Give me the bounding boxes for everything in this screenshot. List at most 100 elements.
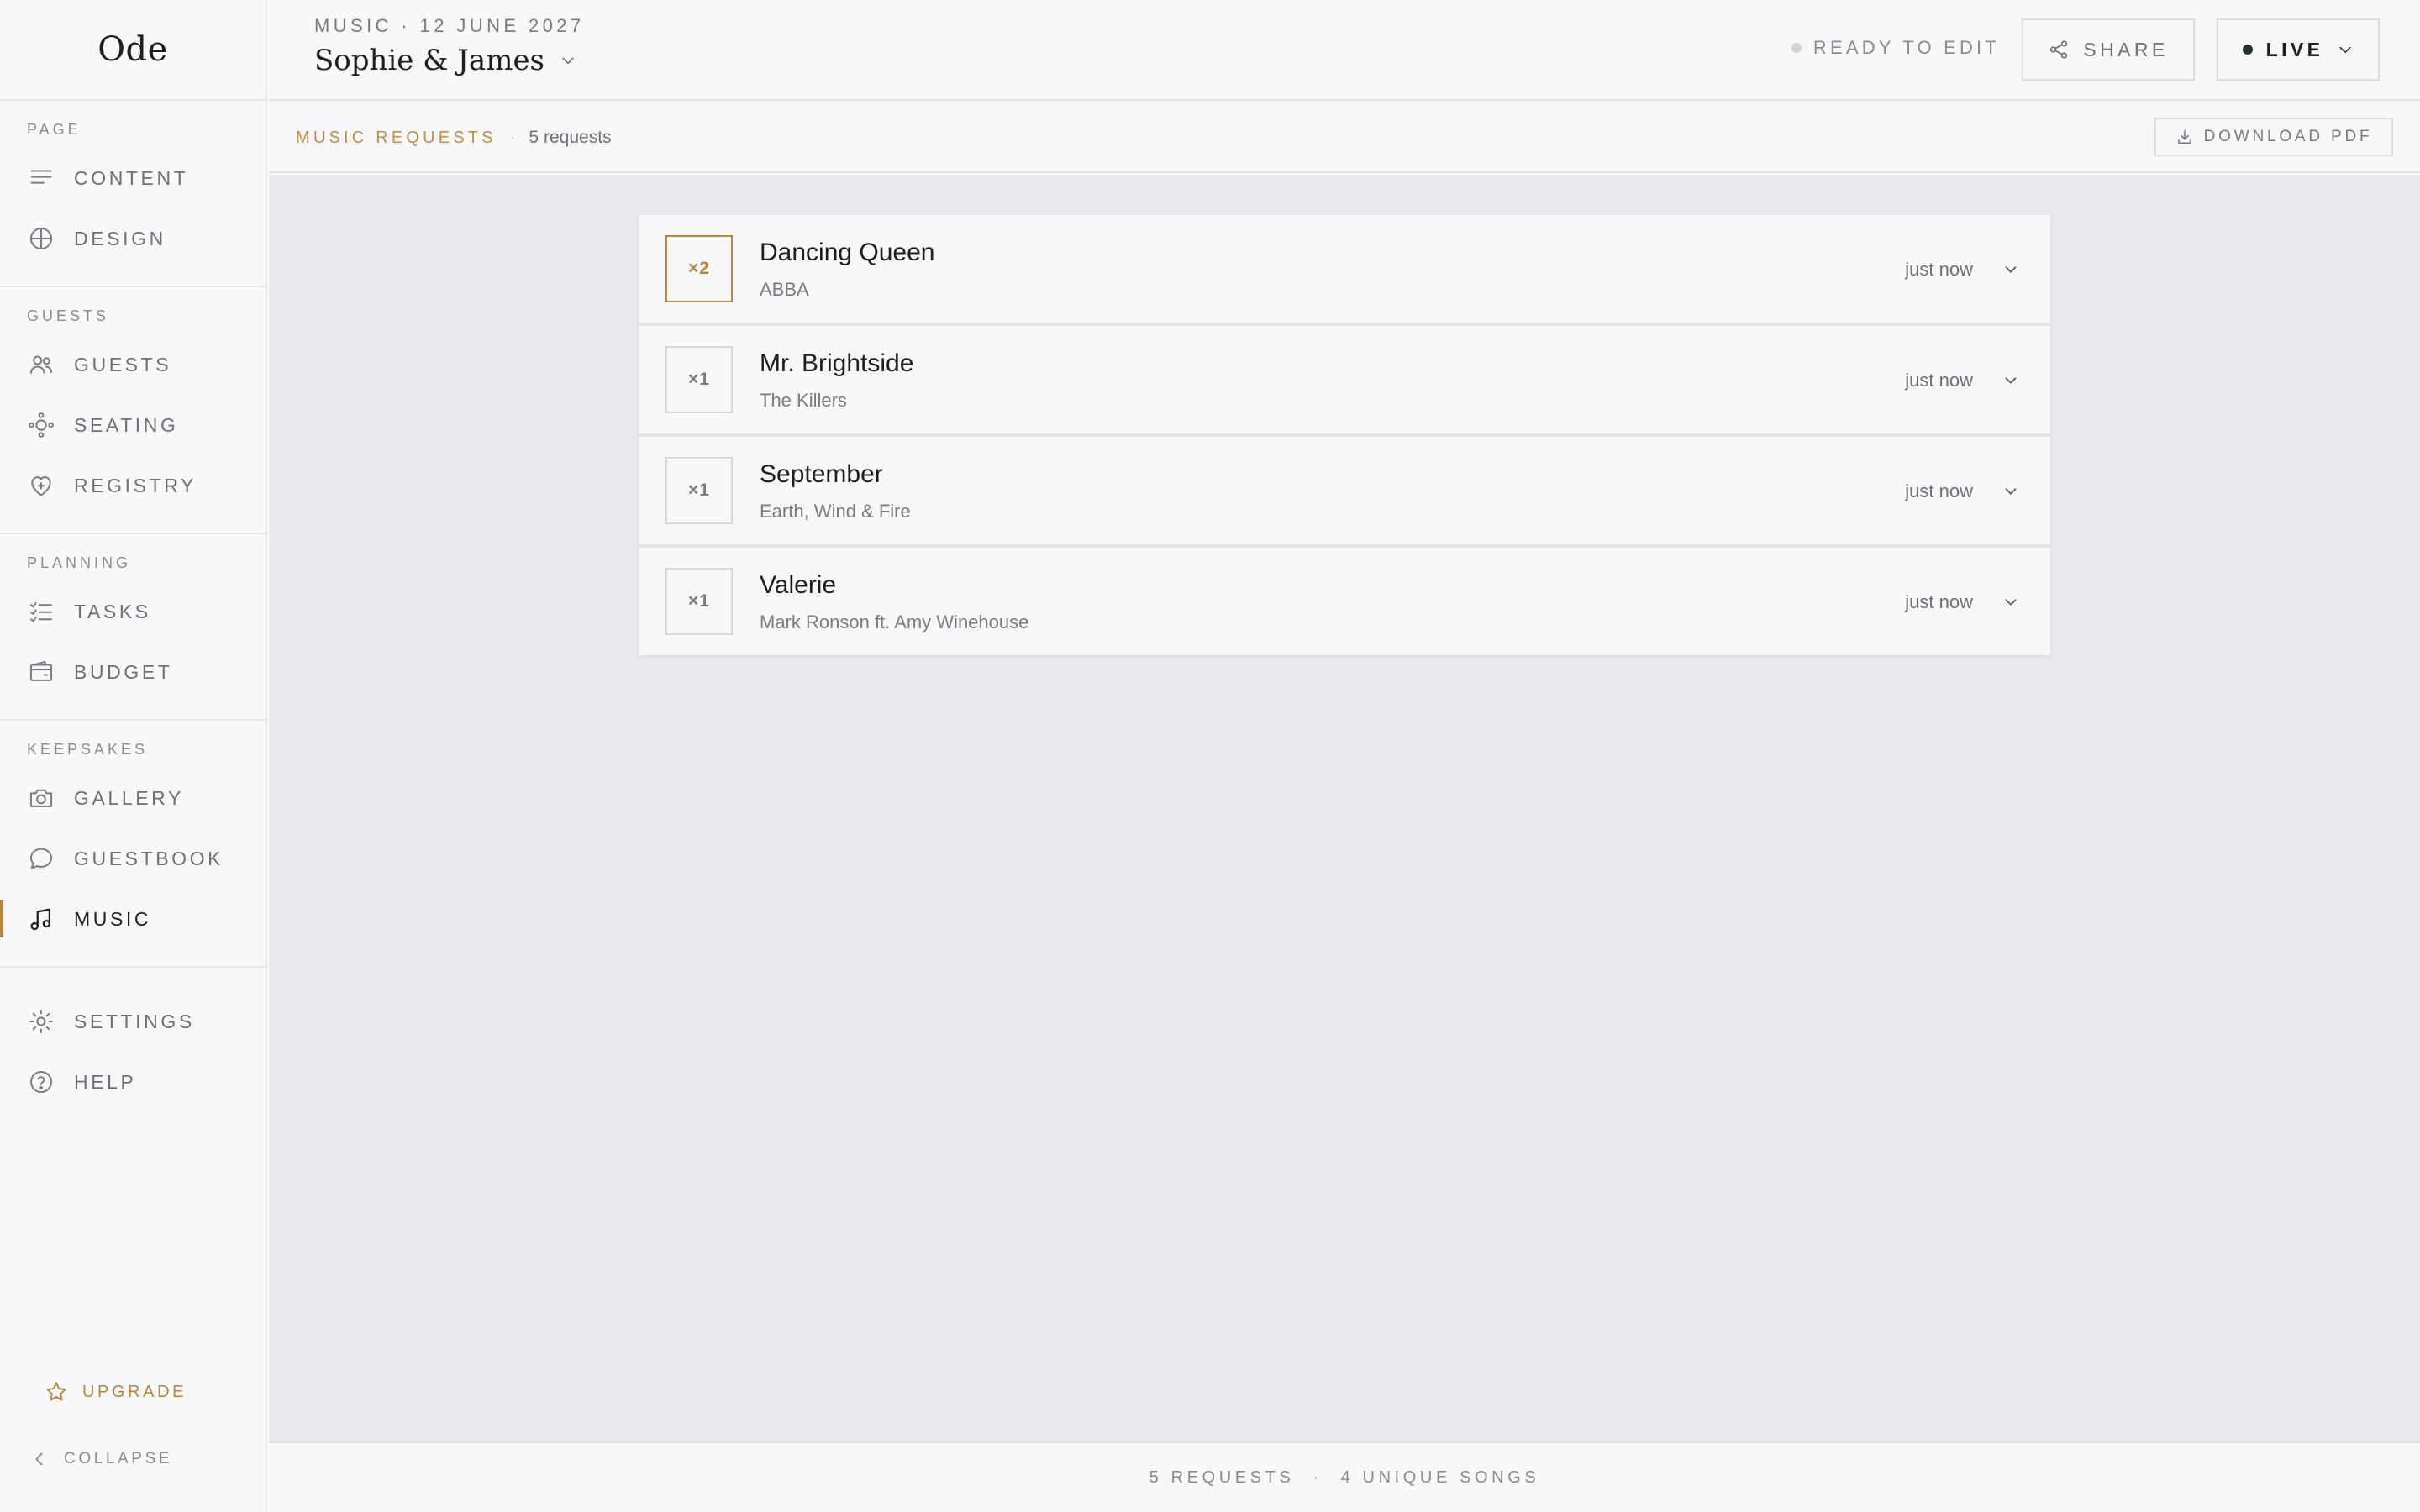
star-icon <box>44 1379 69 1404</box>
share-label: SHARE <box>2083 38 2169 60</box>
event-selector[interactable]: Sophie & James <box>314 44 576 77</box>
chevron-down-icon[interactable] <box>2002 593 2020 612</box>
section-label: GUESTS <box>27 307 110 324</box>
chevron-down-icon[interactable] <box>2002 371 2020 390</box>
collapse-label: COLLAPSE <box>64 1450 173 1467</box>
song-artist: The Killers <box>760 390 847 411</box>
footer-unique-songs: 4 UNIQUE SONGS <box>1340 1467 1540 1487</box>
guests-icon <box>27 350 55 379</box>
sidebar-item-budget[interactable]: BUDGET <box>0 642 266 702</box>
registry-icon <box>27 471 55 500</box>
sidebar-item-tasks[interactable]: TASKS <box>0 581 266 642</box>
request-count-badge: ×1 <box>666 346 733 413</box>
gear-icon <box>27 1007 55 1036</box>
section-heading: MUSIC REQUESTS · 5 requests <box>296 128 612 148</box>
sidebar-item-label: MUSIC <box>74 907 152 930</box>
live-status-button[interactable]: LIVE <box>2217 18 2380 81</box>
nav-section-system: SETTINGS HELP <box>0 968 266 1129</box>
upgrade-label: UPGRADE <box>82 1382 187 1401</box>
footer-requests: 5 REQUESTS <box>1149 1467 1295 1487</box>
request-count-badge: ×2 <box>666 235 733 302</box>
nav-section-guests: GUESTS GUESTS SEATING REGISTRY <box>0 287 266 534</box>
list-item[interactable]: ×2 Dancing Queen ABBA just now <box>639 215 2050 326</box>
seating-icon <box>27 411 55 439</box>
sidebar-item-design[interactable]: DESIGN <box>0 208 266 269</box>
upgrade-button[interactable]: UPGRADE <box>44 1379 187 1404</box>
sidebar-item-guests[interactable]: GUESTS <box>0 334 266 395</box>
chevron-down-icon <box>560 52 576 69</box>
request-time: just now <box>1905 259 1973 280</box>
song-artist: Earth, Wind & Fire <box>760 501 911 522</box>
section-label: PLANNING <box>27 554 132 571</box>
breadcrumb: MUSIC · 12 JUNE 2027 <box>314 15 585 36</box>
sidebar-item-label: GUESTBOOK <box>74 847 224 869</box>
sidebar-item-registry[interactable]: REGISTRY <box>0 455 266 516</box>
song-title: Dancing Queen <box>760 239 935 266</box>
top-bar: MUSIC · 12 JUNE 2027 Sophie & James READ… <box>269 0 2420 101</box>
sidebar-item-label: TASKS <box>74 600 151 622</box>
chat-icon <box>27 844 55 873</box>
download-icon <box>2175 128 2194 146</box>
sidebar-item-label: SETTINGS <box>74 1010 195 1032</box>
sidebar-item-gallery[interactable]: GALLERY <box>0 768 266 828</box>
song-title: Mr. Brightside <box>760 349 914 377</box>
sidebar-item-label: DESIGN <box>74 227 166 249</box>
nav-section-page: PAGE CONTENT DESIGN <box>0 101 266 287</box>
edit-status: READY TO EDIT <box>1791 37 2000 59</box>
budget-icon <box>27 658 55 686</box>
request-time: just now <box>1905 591 1973 612</box>
sub-header: MUSIC REQUESTS · 5 requests DOWNLOAD PDF <box>269 102 2420 173</box>
status-text: READY TO EDIT <box>1812 37 2000 58</box>
nav-section-keepsakes: KEEPSAKES GALLERY GUESTBOOK MUSIC <box>0 721 266 968</box>
section-label: PAGE <box>27 121 82 138</box>
download-pdf-button[interactable]: DOWNLOAD PDF <box>2154 118 2393 156</box>
chevron-left-icon <box>30 1450 49 1468</box>
tasks-icon <box>27 597 55 626</box>
content-icon <box>27 164 55 192</box>
chevron-down-icon[interactable] <box>2002 482 2020 501</box>
sidebar-item-label: BUDGET <box>74 660 173 683</box>
sidebar-item-label: HELP <box>74 1070 137 1093</box>
download-label: DOWNLOAD PDF <box>2203 128 2373 145</box>
logo-area: Ode <box>0 0 266 101</box>
share-icon <box>2048 39 2070 60</box>
sidebar-item-music[interactable]: MUSIC <box>0 889 266 949</box>
summary-footer: 5 REQUESTS · 4 UNIQUE SONGS <box>269 1441 2420 1512</box>
separator: · <box>509 128 516 147</box>
sidebar-item-label: GALLERY <box>74 786 184 809</box>
sidebar-item-label: SEATING <box>74 413 179 436</box>
collapse-button[interactable]: COLLAPSE <box>30 1450 172 1468</box>
song-artist: ABBA <box>760 279 809 300</box>
list-item[interactable]: ×1 Valerie Mark Ronson ft. Amy Winehouse… <box>639 548 2050 655</box>
status-dot <box>1791 43 1802 53</box>
sidebar-item-label: GUESTS <box>74 353 172 375</box>
camera-icon <box>27 784 55 812</box>
chevron-down-icon[interactable] <box>2002 260 2020 279</box>
chevron-down-icon <box>2337 41 2354 58</box>
share-button[interactable]: SHARE <box>2022 18 2195 81</box>
song-artist: Mark Ronson ft. Amy Winehouse <box>760 612 1029 633</box>
footer-separator: · <box>1313 1467 1323 1487</box>
sidebar-item-seating[interactable]: SEATING <box>0 395 266 455</box>
song-title: September <box>760 460 883 488</box>
event-name: Sophie & James <box>314 44 545 77</box>
sidebar: Ode PAGE CONTENT DESIGN GUESTS GUESTS SE… <box>0 0 267 1512</box>
list-item[interactable]: ×1 Mr. Brightside The Killers just now <box>639 326 2050 437</box>
help-icon <box>27 1068 55 1096</box>
request-time: just now <box>1905 480 1973 501</box>
live-label: LIVE <box>2265 38 2324 60</box>
sidebar-item-settings[interactable]: SETTINGS <box>0 991 266 1052</box>
sidebar-item-content[interactable]: CONTENT <box>0 148 266 208</box>
list-item[interactable]: ×1 September Earth, Wind & Fire just now <box>639 437 2050 548</box>
page-title: MUSIC REQUESTS <box>296 128 497 147</box>
sidebar-item-help[interactable]: HELP <box>0 1052 266 1112</box>
request-count: 5 requests <box>529 128 612 147</box>
song-title: Valerie <box>760 571 837 599</box>
request-time: just now <box>1905 370 1973 391</box>
request-list: ×2 Dancing Queen ABBA just now ×1 Mr. Br… <box>639 215 2050 655</box>
sidebar-item-guestbook[interactable]: GUESTBOOK <box>0 828 266 889</box>
app-logo[interactable]: Ode <box>97 30 168 69</box>
music-icon <box>27 905 55 933</box>
live-dot <box>2242 45 2253 55</box>
design-icon <box>27 224 55 253</box>
